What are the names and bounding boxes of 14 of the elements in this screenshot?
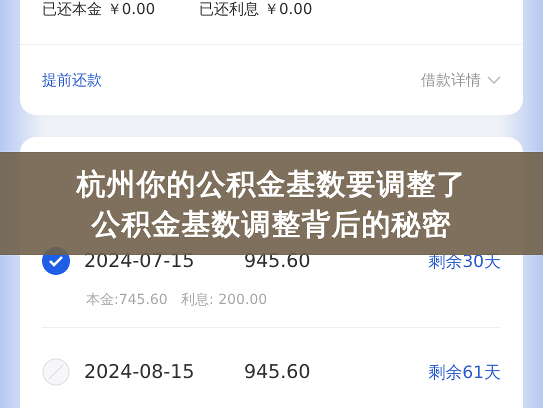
- chevron-down-icon: [487, 76, 501, 84]
- days-remaining: 剩余30天: [428, 250, 501, 272]
- days-remaining: 剩余61天: [428, 362, 501, 384]
- repaid-amount: 已还本金 ￥0.00: [42, 0, 156, 18]
- headline: 杭州你的公积金基数要调整了: [76, 166, 466, 202]
- checkbox[interactable]: [42, 358, 70, 386]
- installment-amount: 945.60: [244, 250, 312, 272]
- repaid-amount: 已还利息 ￥0.00: [199, 0, 312, 18]
- principal-interest: 本金:745.60 利息: 200.00: [86, 291, 268, 309]
- headline: 公积金基数调整背后的秘密: [92, 206, 452, 242]
- prepay-link[interactable]: 提前还款: [42, 70, 102, 90]
- installment-amount: 945.60: [244, 361, 312, 383]
- due-date: 2024-08-15: [84, 361, 196, 383]
- due-date: 2024-07-15: [84, 250, 196, 272]
